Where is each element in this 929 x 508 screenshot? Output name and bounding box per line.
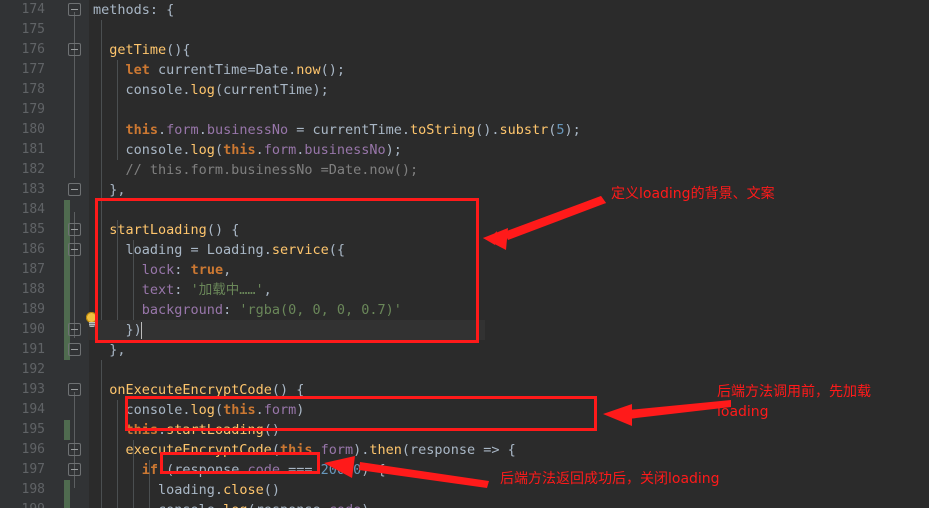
code-text[interactable]: console.log(response.code) [93,500,369,508]
code-line[interactable]: 197 if (response.code === 20000) { [0,460,929,480]
line-number: 184 [21,202,45,217]
code-text[interactable]: console.log(this.form) [93,400,305,420]
code-text[interactable]: console.log(currentTime); [93,80,329,100]
line-number: 186 [21,242,45,257]
code-editor-pane[interactable]: 174 methods: {175 176 getTime(){177 let cu… [0,0,929,508]
code-line[interactable]: 179 [0,100,929,120]
code-text[interactable]: getTime(){ [93,40,190,60]
code-line[interactable]: 186 loading = Loading.service({ [0,240,929,260]
code-text[interactable]: // this.form.businessNo =Date.now(); [93,160,419,180]
code-text[interactable]: console.log(this.form.businessNo); [93,140,402,160]
code-text[interactable]: startLoading() { [93,220,239,240]
code-text[interactable]: this.startLoading() [93,420,280,440]
ide-editor-screenshot: 174 methods: {175 176 getTime(){177 let cu… [0,0,929,508]
line-number: 174 [21,2,45,17]
code-text[interactable]: }, [93,340,125,360]
code-line[interactable]: 191 }, [0,340,929,360]
code-line[interactable]: 184 [0,200,929,220]
code-line[interactable]: 189 background: 'rgba(0, 0, 0, 0.7)' [0,300,929,320]
code-text[interactable]: loading.close() [93,480,280,500]
code-text[interactable]: text: '加载中……', [93,280,272,300]
line-number: 190 [21,322,45,337]
line-number: 175 [21,22,45,37]
code-line[interactable]: 182 // this.form.businessNo =Date.now(); [0,160,929,180]
line-number: 197 [21,462,45,477]
line-number: 181 [21,142,45,157]
code-text[interactable]: methods: { [93,0,174,20]
line-number: 183 [21,182,45,197]
code-line[interactable]: 187 lock: true, [0,260,929,280]
code-line[interactable]: 177 let currentTime=Date.now(); [0,60,929,80]
code-lines[interactable]: 174 methods: {175 176 getTime(){177 let cu… [0,0,929,508]
code-line[interactable]: 185 startLoading() { [0,220,929,240]
line-number: 189 [21,302,45,317]
text-caret [141,322,142,339]
line-number: 176 [21,42,45,57]
code-line[interactable]: 193 onExecuteEncryptCode() { [0,380,929,400]
code-line[interactable]: 178 console.log(currentTime); [0,80,929,100]
line-number: 188 [21,282,45,297]
line-number: 187 [21,262,45,277]
line-number: 199 [0,500,45,508]
code-line[interactable]: 195 this.startLoading() [0,420,929,440]
line-number: 194 [21,402,45,417]
line-number: 179 [21,102,45,117]
code-text[interactable]: lock: true, [93,260,231,280]
code-text[interactable]: onExecuteEncryptCode() { [93,380,304,400]
line-number: 177 [21,62,45,77]
code-line[interactable]: 194 console.log(this.form) [0,400,929,420]
code-line[interactable]: 183 }, [0,180,929,200]
code-line[interactable]: 175 [0,20,929,40]
code-line[interactable]: 174 methods: { [0,0,929,20]
line-number: 191 [21,342,45,357]
code-text[interactable]: }, [93,180,125,200]
line-number: 198 [21,482,45,497]
code-line[interactable]: 188 text: '加载中……', [0,280,929,300]
line-number: 182 [21,162,45,177]
line-number: 195 [21,422,45,437]
code-line[interactable]: 176 getTime(){ [0,40,929,60]
line-number: 196 [21,442,45,457]
code-text[interactable]: if (response.code === 20000) { [93,460,386,480]
line-number: 185 [21,222,45,237]
code-line[interactable]: 180 this.form.businessNo = currentTime.t… [0,120,929,140]
code-text[interactable]: background: 'rgba(0, 0, 0, 0.7)' [93,300,402,320]
code-line[interactable]: 196 executeEncryptCode(this.form).then(r… [0,440,929,460]
code-line[interactable]: 190 }) [0,320,929,340]
code-line[interactable]: 181 console.log(this.form.businessNo); [0,140,929,160]
lightbulb-icon[interactable] [84,312,99,329]
line-number: 178 [21,82,45,97]
line-number: 180 [21,122,45,137]
code-text[interactable]: loading = Loading.service({ [93,240,346,260]
code-line[interactable]: 199 console.log(response.code) [0,500,929,508]
code-text[interactable]: }) [93,320,142,340]
line-number: 192 [21,362,45,377]
code-line[interactable]: 198 loading.close() [0,480,929,500]
code-text[interactable]: this.form.businessNo = currentTime.toStr… [93,120,581,140]
code-text[interactable]: executeEncryptCode(this.form).then(respo… [93,440,516,460]
code-line[interactable]: 192 [0,360,929,380]
code-text[interactable]: let currentTime=Date.now(); [93,60,346,80]
line-number: 193 [21,382,45,397]
